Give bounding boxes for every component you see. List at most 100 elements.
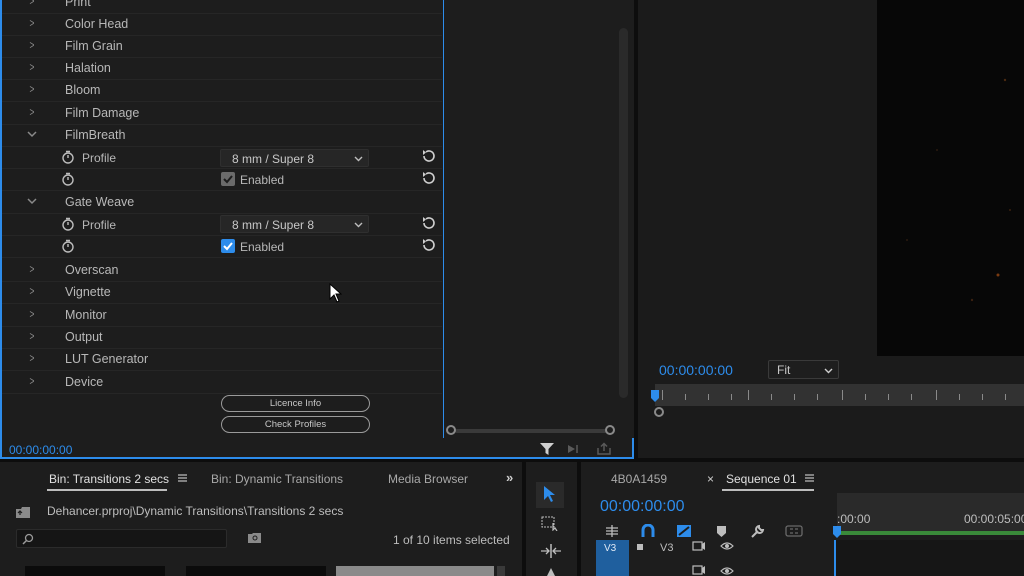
chevron-right-icon[interactable]: > xyxy=(28,106,36,118)
add-marker-icon[interactable] xyxy=(716,525,727,538)
effect-group-bloom[interactable]: > Bloom xyxy=(2,80,442,102)
effect-group-vignette[interactable]: > Vignette xyxy=(2,282,442,304)
tab-bin-dynamic-transitions[interactable]: Bin: Dynamic Transitions xyxy=(211,472,343,486)
chevron-right-icon[interactable]: > xyxy=(28,39,36,51)
eye-icon[interactable] xyxy=(720,566,734,576)
effect-controls-timecode[interactable]: 00:00:00:00 xyxy=(9,443,72,457)
track-target-v2[interactable] xyxy=(596,563,629,576)
effect-group-label: FilmBreath xyxy=(65,128,126,142)
keyframe-timeline-area[interactable] xyxy=(445,0,634,438)
work-area-bar[interactable] xyxy=(837,531,1024,535)
zoom-level-select[interactable]: Fit xyxy=(768,360,839,379)
vertical-scrollbar[interactable] xyxy=(619,28,628,398)
effect-group-label: Device xyxy=(65,375,104,389)
reset-icon[interactable] xyxy=(421,170,436,185)
chevron-right-icon[interactable]: > xyxy=(28,17,36,29)
toggle-track-output-icon[interactable] xyxy=(692,565,706,575)
chevron-down-icon[interactable] xyxy=(26,128,38,140)
new-search-bin-icon[interactable] xyxy=(247,532,262,544)
chevron-right-icon[interactable]: > xyxy=(28,285,36,297)
effect-group-monitor[interactable]: > Monitor xyxy=(2,305,442,327)
search-input[interactable] xyxy=(16,529,227,548)
effect-group-label: Monitor xyxy=(65,308,107,322)
tab-sequence-01[interactable]: Sequence 01 xyxy=(726,472,797,486)
effect-group-label: Film Grain xyxy=(65,39,123,53)
horizontal-scrollbar[interactable] xyxy=(455,429,607,433)
stopwatch-icon[interactable] xyxy=(61,172,75,186)
project-scrollbar[interactable] xyxy=(497,566,505,576)
track-select-tool-icon[interactable] xyxy=(541,515,561,531)
program-timecode[interactable]: 00:00:00:00 xyxy=(659,362,733,378)
chevron-right-icon[interactable]: > xyxy=(28,352,36,364)
filter-icon[interactable] xyxy=(539,442,555,456)
playhead-icon[interactable] xyxy=(651,390,659,402)
scroll-handle-left[interactable] xyxy=(446,425,456,435)
chevron-right-icon[interactable]: > xyxy=(28,0,36,7)
eye-icon[interactable] xyxy=(720,541,734,551)
reset-icon[interactable] xyxy=(421,148,436,163)
timeline-time-ruler[interactable]: :00:00 00:00:05:00 xyxy=(837,493,1024,535)
filmbreath-profile-dropdown[interactable]: 8 mm / Super 8 xyxy=(220,149,369,167)
reset-icon[interactable] xyxy=(421,215,436,230)
close-tab-icon[interactable]: × xyxy=(707,472,714,486)
effect-group-output[interactable]: > Output xyxy=(2,327,442,349)
effect-group-gate-weave[interactable]: Gate Weave xyxy=(2,192,442,214)
effect-group-label: Print xyxy=(65,0,91,9)
filmbreath-enabled-checkbox[interactable] xyxy=(221,172,235,186)
checkmark-icon xyxy=(223,175,233,184)
effect-group-lut-generator[interactable]: > LUT Generator xyxy=(2,349,442,371)
selection-tool-icon[interactable] xyxy=(543,485,557,503)
chevron-right-icon[interactable]: > xyxy=(28,263,36,275)
effect-group-filmbreath[interactable]: FilmBreath xyxy=(2,125,442,147)
effect-group-color-head[interactable]: > Color Head xyxy=(2,14,442,36)
effect-group-device[interactable]: > Device xyxy=(2,372,442,394)
chevron-right-icon[interactable]: > xyxy=(28,308,36,320)
export-icon[interactable] xyxy=(596,442,612,456)
scroll-handle-right[interactable] xyxy=(605,425,615,435)
effect-group-overscan[interactable]: > Overscan xyxy=(2,260,442,282)
stopwatch-icon[interactable] xyxy=(61,217,75,231)
bin-up-icon[interactable] xyxy=(15,506,31,519)
reset-icon[interactable] xyxy=(421,237,436,252)
ripple-edit-tool-icon[interactable] xyxy=(540,543,562,559)
effect-group-film-damage[interactable]: > Film Damage xyxy=(2,103,442,125)
toggle-track-output-icon[interactable] xyxy=(692,541,706,551)
chevron-right-icon[interactable]: > xyxy=(28,83,36,95)
chevron-right-icon[interactable]: > xyxy=(28,61,36,73)
effect-group-print[interactable]: > Print xyxy=(2,0,442,14)
check-profiles-button[interactable]: Check Profiles xyxy=(221,416,370,433)
play-only-audio-icon[interactable] xyxy=(566,442,582,456)
clip-thumbnail-selected[interactable] xyxy=(336,566,494,576)
clip-thumbnail[interactable] xyxy=(186,566,326,576)
panel-menu-icon[interactable] xyxy=(178,474,187,482)
timeline-timecode[interactable]: 00:00:00:00 xyxy=(600,498,685,516)
program-scroll-handle[interactable] xyxy=(654,407,664,417)
panel-menu-icon[interactable] xyxy=(805,474,814,482)
captions-icon[interactable] xyxy=(785,525,803,537)
playhead-icon[interactable] xyxy=(833,526,841,538)
effect-group-halation[interactable]: > Halation xyxy=(2,58,442,80)
more-tabs-icon[interactable]: » xyxy=(506,470,513,485)
wrench-icon[interactable] xyxy=(750,524,765,539)
gate-weave-enabled-checkbox[interactable] xyxy=(221,239,235,253)
stopwatch-icon[interactable] xyxy=(61,239,75,253)
clip-thumbnail[interactable] xyxy=(25,566,165,576)
licence-info-button[interactable]: Licence Info xyxy=(221,395,370,412)
gate-weave-profile-dropdown[interactable]: 8 mm / Super 8 xyxy=(220,215,369,233)
timeline-tracks[interactable] xyxy=(834,540,1024,576)
tab-media-browser[interactable]: Media Browser xyxy=(388,472,468,486)
effect-group-film-grain[interactable]: > Film Grain xyxy=(2,36,442,58)
mouse-cursor-icon xyxy=(329,283,342,303)
program-time-ruler[interactable] xyxy=(655,384,1024,406)
insert-sequence-icon[interactable] xyxy=(604,524,620,538)
chevron-down-icon[interactable] xyxy=(26,195,38,207)
tab-bin-transitions-2-secs[interactable]: Bin: Transitions 2 secs xyxy=(49,472,169,486)
razor-tool-icon[interactable] xyxy=(546,568,556,576)
sync-lock-icon[interactable] xyxy=(636,543,644,551)
tab-4b0a1459[interactable]: 4B0A1459 xyxy=(611,472,667,486)
snap-magnet-icon[interactable] xyxy=(641,524,655,538)
chevron-right-icon[interactable]: > xyxy=(28,375,36,387)
chevron-right-icon[interactable]: > xyxy=(28,330,36,342)
linked-selection-icon[interactable] xyxy=(676,524,692,538)
stopwatch-icon[interactable] xyxy=(61,150,75,164)
